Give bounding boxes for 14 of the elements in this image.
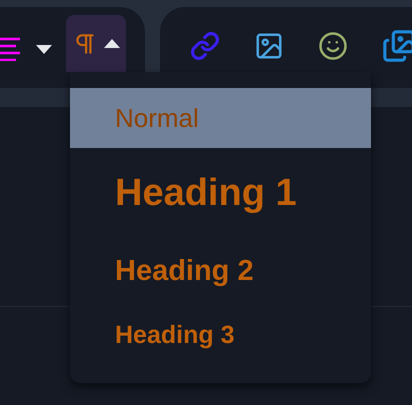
image-button[interactable]	[254, 30, 284, 60]
menu-item[interactable]: Heading 2	[70, 238, 371, 305]
caret-icon	[104, 39, 120, 48]
link-icon	[190, 30, 220, 60]
emoji-button[interactable]	[318, 30, 348, 60]
caret-icon	[36, 44, 52, 54]
smiley-icon	[318, 30, 348, 60]
align-button[interactable]	[0, 37, 52, 61]
paragraph-button[interactable]	[66, 15, 126, 72]
gallery-button[interactable]	[382, 28, 412, 62]
menu-item[interactable]: Heading 3	[70, 305, 371, 367]
menu-item[interactable]: Heading 1	[70, 148, 371, 238]
image-icon	[254, 30, 284, 60]
images-icon	[382, 28, 412, 62]
